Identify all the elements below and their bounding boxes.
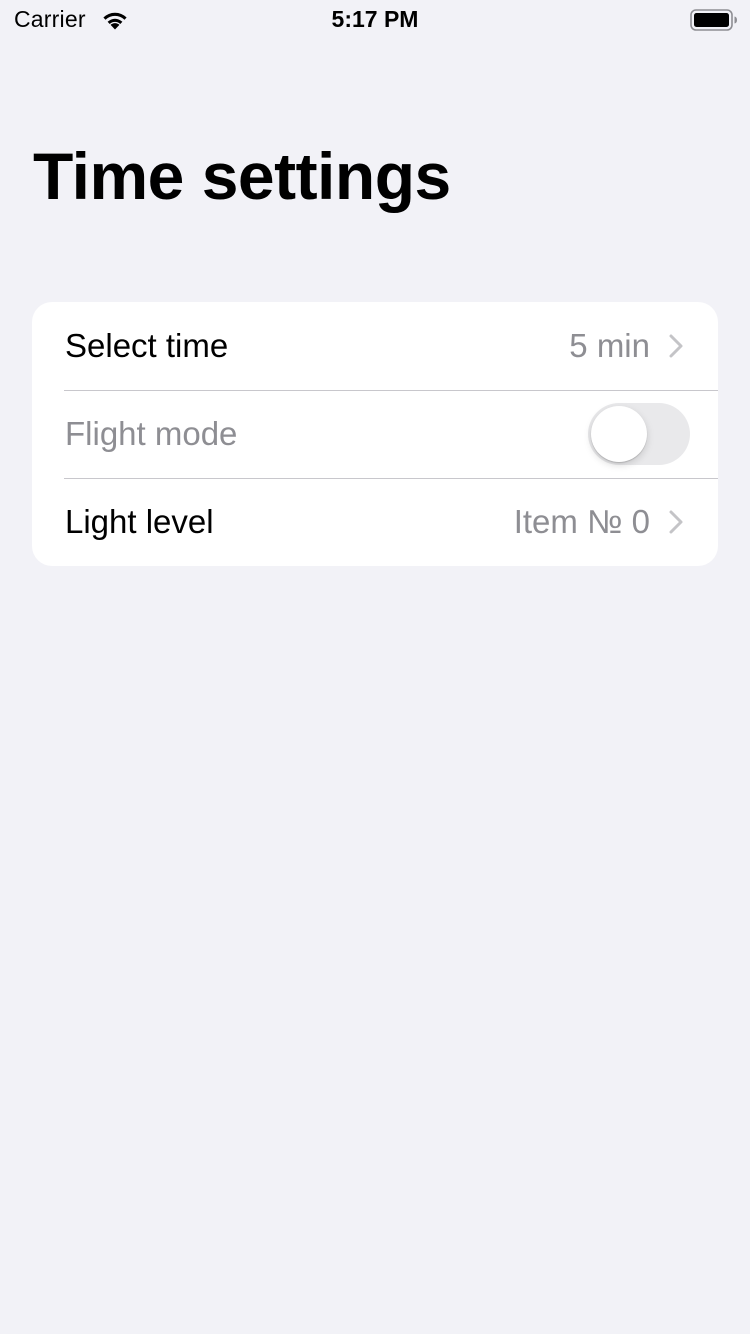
status-time: 5:17 PM	[331, 6, 419, 32]
select-time-row[interactable]: Select time 5 min	[32, 302, 718, 390]
battery-icon	[690, 9, 737, 31]
chevron-right-icon	[669, 334, 683, 358]
select-time-value: 5 min	[569, 327, 650, 364]
select-time-label: Select time	[65, 327, 229, 364]
flight-mode-label: Flight mode	[65, 415, 238, 452]
settings-group: Select time 5 min Flight mode Light leve…	[32, 302, 718, 566]
toggle-knob	[591, 406, 647, 462]
light-level-row[interactable]: Light level Item № 0	[32, 478, 718, 566]
status-bar: Carrier 5:17 PM	[0, 0, 750, 40]
light-level-label: Light level	[65, 503, 214, 540]
flight-mode-row: Flight mode	[32, 390, 718, 478]
chevron-right-icon	[669, 510, 683, 534]
light-level-value: Item № 0	[513, 503, 650, 540]
flight-mode-toggle[interactable]	[588, 403, 690, 465]
page-title: Time settings	[33, 139, 451, 213]
